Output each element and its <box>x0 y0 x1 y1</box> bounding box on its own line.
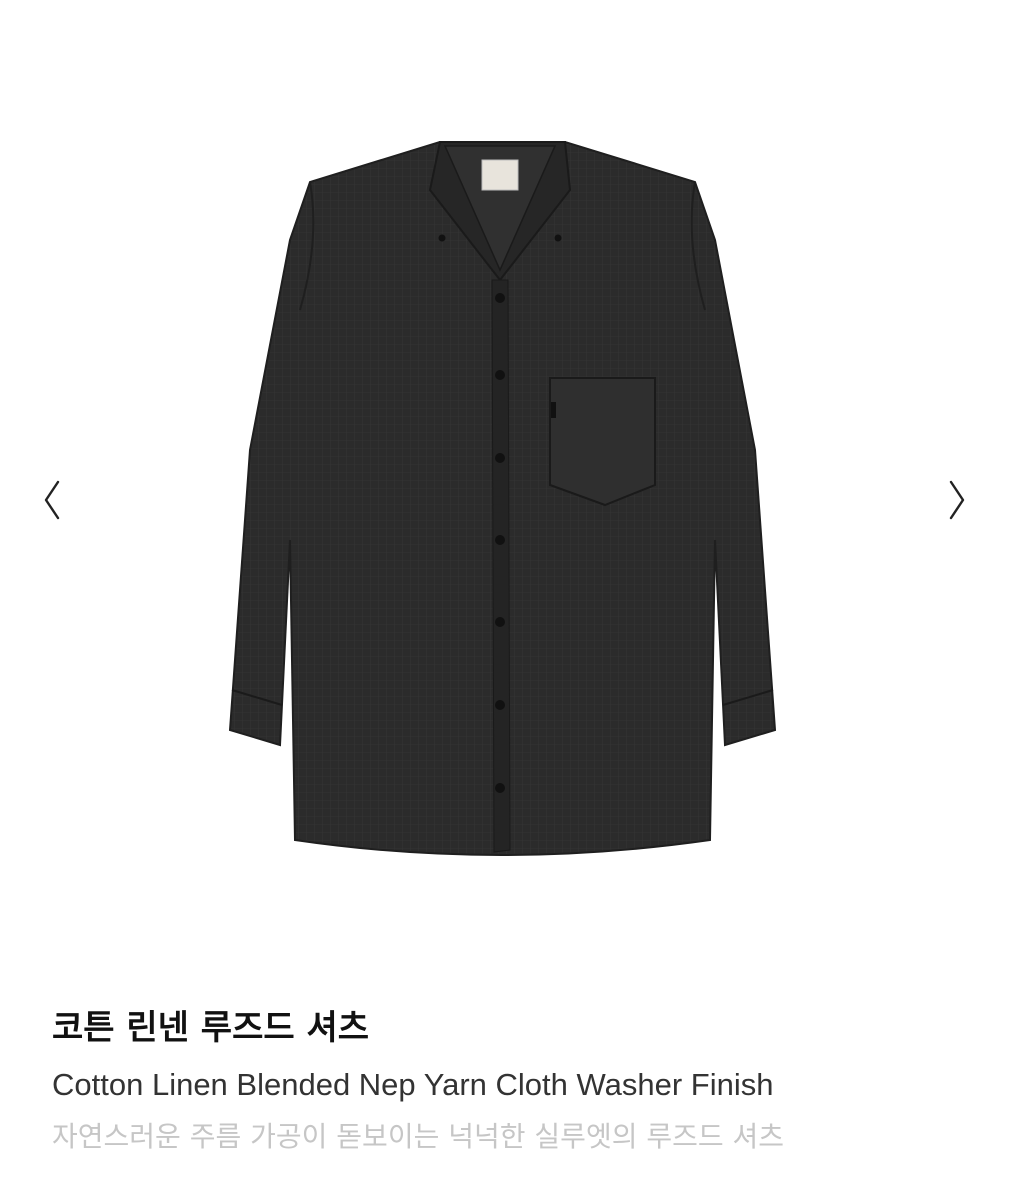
product-title-english: Cotton Linen Blended Nep Yarn Cloth Wash… <box>52 1067 774 1102</box>
chevron-right-icon <box>947 480 967 520</box>
product-description: 자연스러운 주름 가공이 돋보이는 넉넉한 실루엣의 루즈드 셔츠 <box>52 1120 785 1153</box>
prev-image-button[interactable] <box>32 470 72 530</box>
chevron-left-icon <box>42 480 62 520</box>
product-image-gallery <box>0 0 1009 1000</box>
product-title-korean: 코튼 린넨 루즈드 셔츠 <box>52 1008 370 1048</box>
product-info: 코튼 린넨 루즈드 셔츠 Cotton Linen Blended Nep Ya… <box>52 1005 972 1157</box>
shirt-image <box>210 120 790 880</box>
next-image-button[interactable] <box>937 470 977 530</box>
